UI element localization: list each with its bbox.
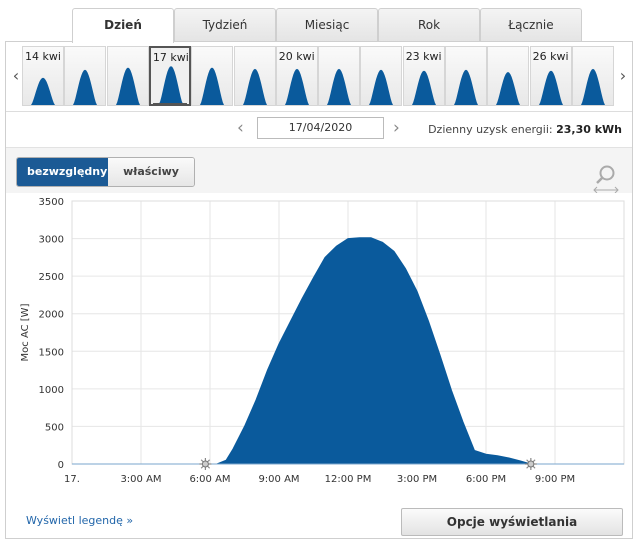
daily-yield-label: Dzienny uzysk energii: <box>428 123 553 136</box>
chart-container: bezwzględny właściwy 0 500 1000 1500 2000 250… <box>6 148 632 500</box>
y-tick-label: 0 <box>58 460 64 471</box>
daily-yield-value: 23,30 kWh <box>556 123 622 136</box>
x-tick-label: 17. <box>64 474 80 485</box>
tab-week[interactable]: Tydzień <box>174 8 276 42</box>
day-thumbnail-curve <box>496 72 521 105</box>
tab-total[interactable]: Łącznie <box>480 8 582 42</box>
show-legend-link[interactable]: Wyświetl legendę » <box>26 514 133 527</box>
x-tick-label: 6:00 PM <box>466 474 506 485</box>
day-thumbnail[interactable] <box>571 46 614 106</box>
day-thumbnail-curve <box>200 67 225 105</box>
tab-year[interactable]: Rok <box>378 8 480 42</box>
selected-day-indicator <box>152 103 187 106</box>
chart-footer: Wyświetl legendę » Opcje wyświetlania <box>6 500 632 538</box>
day-thumbnail-curve <box>73 69 98 105</box>
day-thumbnail[interactable] <box>360 46 403 106</box>
day-thumbnail-curve <box>327 68 352 105</box>
day-thumbnail-curve <box>454 69 478 105</box>
sunset-icon <box>524 458 537 470</box>
day-thumbnail[interactable]: 20 kwi <box>275 46 318 106</box>
display-options-button[interactable]: Opcje wyświetlania <box>401 508 623 536</box>
x-tick-label: 12:00 PM <box>325 474 372 485</box>
x-tick-label: 9:00 AM <box>258 474 299 485</box>
day-thumbnail[interactable] <box>233 46 276 106</box>
y-tick-label: 2500 <box>39 272 64 283</box>
day-thumbnail-curve <box>284 68 309 105</box>
day-thumbnail[interactable] <box>106 46 149 106</box>
power-chart: 0 500 1000 1500 2000 2500 3000 3500 17. 3:00 AM 6:… <box>6 193 632 500</box>
y-tick-label: 3500 <box>39 197 64 208</box>
x-tick-label: 3:00 AM <box>120 474 161 485</box>
sunrise-icon <box>199 458 212 470</box>
day-thumbnail[interactable] <box>191 46 234 106</box>
date-input[interactable]: 17/04/2020 <box>257 117 384 139</box>
day-thumbnail-curve <box>369 69 394 105</box>
day-thumbnail[interactable]: 26 kwi <box>529 46 572 106</box>
specific-button[interactable]: właściwy <box>108 158 194 186</box>
day-thumbnail[interactable] <box>445 46 487 106</box>
day-thumbnail-curve <box>115 67 140 105</box>
y-tick-label: 1500 <box>39 347 64 358</box>
y-tick-label: 1000 <box>39 385 64 396</box>
day-thumbnail-curve <box>538 70 563 105</box>
y-tick-label: 2000 <box>39 310 64 321</box>
date-navigation: ‹ 17/04/2020 › Dzienny uzysk energii: 23… <box>6 112 632 148</box>
prev-day-arrow-icon[interactable]: ‹ <box>237 118 244 138</box>
main-panel: ‹ 14 kwi 17 kwi 20 kwi 23 kwi 26 kwi › ‹ 17/… <box>5 41 633 539</box>
daily-yield: Dzienny uzysk energii: 23,30 kWh <box>428 123 622 136</box>
day-thumbnail-curve <box>31 77 55 105</box>
day-thumbnail[interactable]: 17 kwi <box>148 46 191 106</box>
power-chart-svg: 0 500 1000 1500 2000 2500 3000 3500 17. 3:00 AM 6:… <box>20 197 625 485</box>
day-thumbnail[interactable] <box>64 46 107 106</box>
absolute-button[interactable]: bezwzględny <box>17 158 108 186</box>
x-tick-label: 9:00 PM <box>535 474 575 485</box>
x-tick-label: 6:00 AM <box>189 474 230 485</box>
day-thumbnail-curve <box>242 68 267 105</box>
next-day-arrow-icon[interactable]: › <box>393 118 400 138</box>
day-thumbnail[interactable]: 23 kwi <box>402 46 445 106</box>
tab-day[interactable]: Dzień <box>72 8 174 43</box>
y-axis-label: Moc AC [W] <box>20 303 31 361</box>
tab-month[interactable]: Miesiąc <box>276 8 378 42</box>
day-thumbnail[interactable]: 14 kwi <box>22 46 64 106</box>
strip-next-arrow-icon[interactable]: › <box>616 66 630 88</box>
strip-prev-arrow-icon[interactable]: ‹ <box>9 66 23 88</box>
y-tick-label: 500 <box>45 422 64 433</box>
day-thumbnail-curve <box>580 68 605 105</box>
day-thumbnail-curve <box>411 70 436 105</box>
day-thumbnail-strip: ‹ 14 kwi 17 kwi 20 kwi 23 kwi 26 kwi › <box>6 42 632 112</box>
x-tick-label: 3:00 PM <box>397 474 437 485</box>
value-mode-toggle: bezwzględny właściwy <box>16 157 195 187</box>
thumbnail-list: 14 kwi 17 kwi 20 kwi 23 kwi 26 kwi <box>22 46 614 108</box>
day-thumbnail[interactable] <box>487 46 530 106</box>
day-thumbnail[interactable] <box>318 46 361 106</box>
day-thumbnail-curve <box>158 66 183 104</box>
y-tick-label: 3000 <box>39 235 64 246</box>
